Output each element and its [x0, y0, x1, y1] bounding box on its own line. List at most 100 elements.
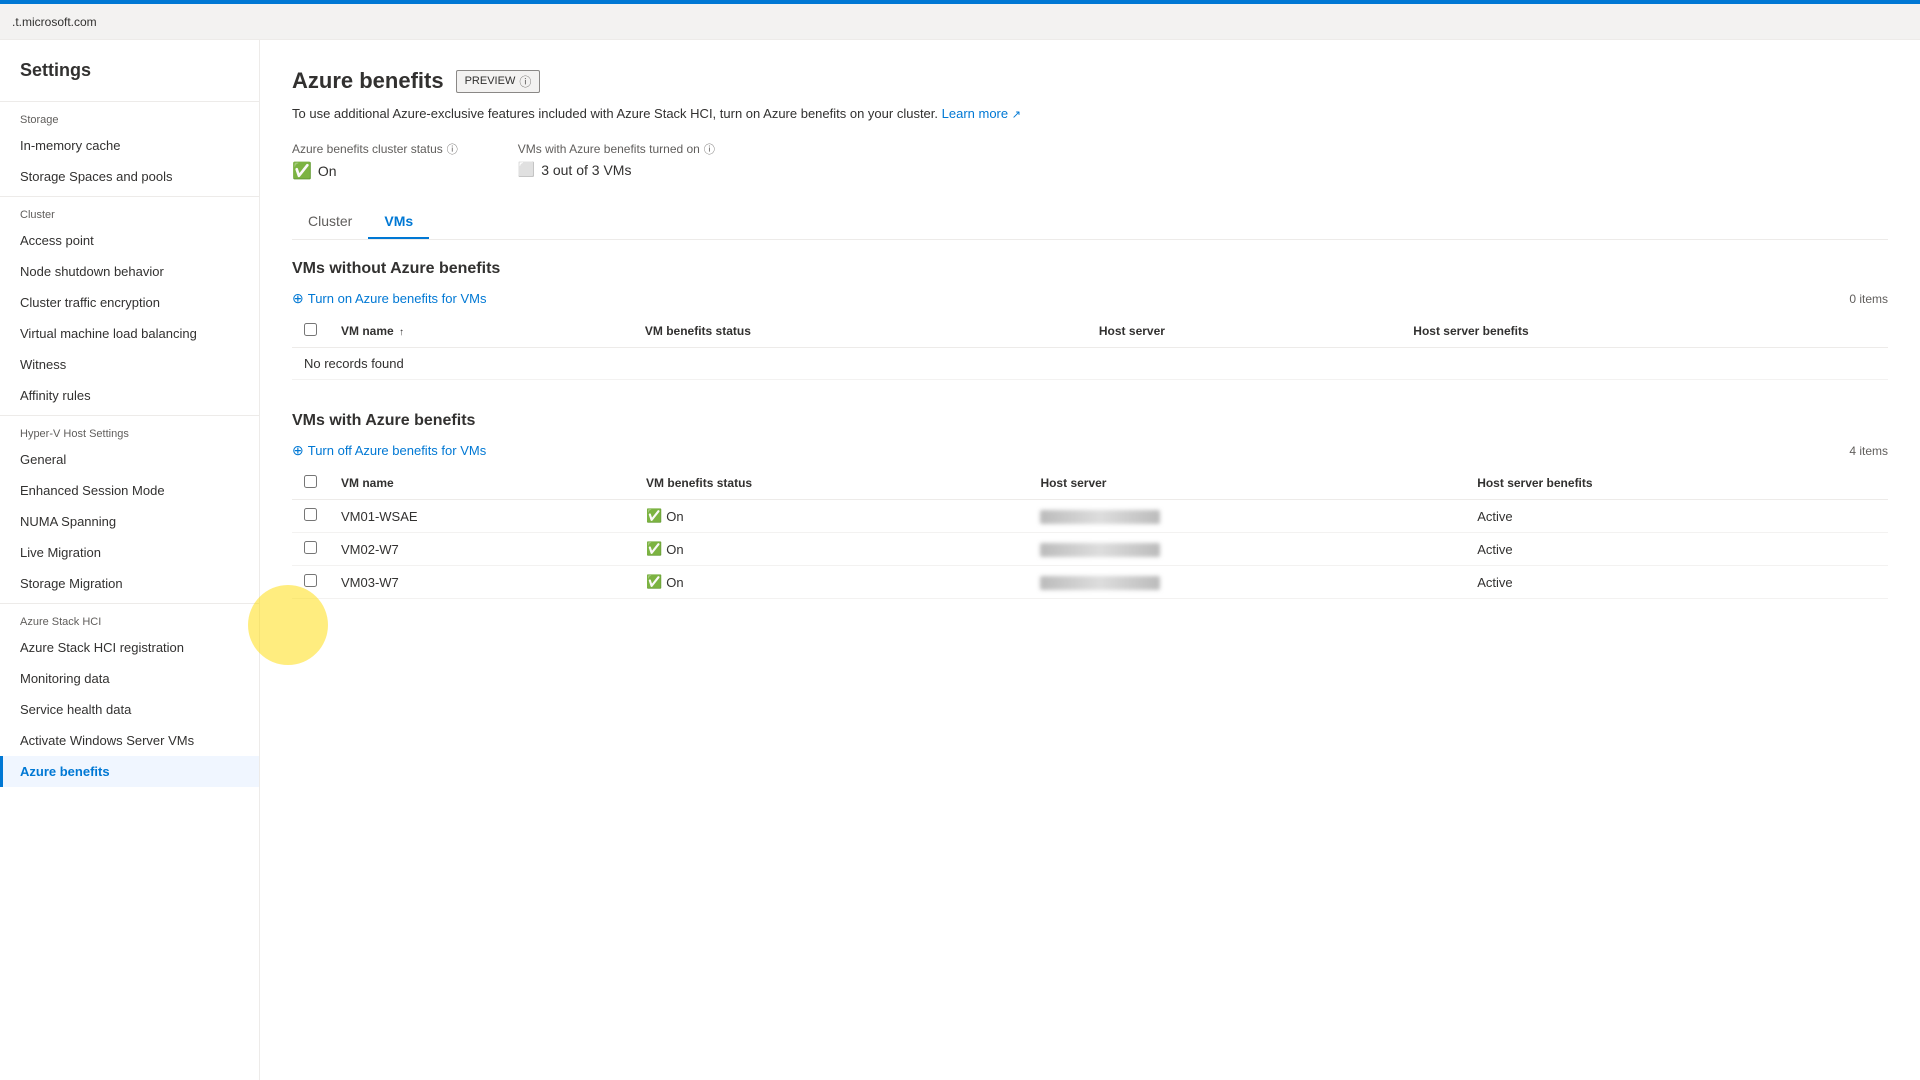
tab-cluster[interactable]: Cluster — [292, 205, 368, 239]
row3-status-text: On — [666, 575, 683, 590]
url-bar: .t.microsoft.com — [0, 4, 1920, 40]
vms-without-count: 0 items — [1849, 292, 1888, 306]
sidebar-title: Settings — [0, 40, 259, 97]
col-vm-name-without: VM name ↑ — [329, 315, 633, 348]
preview-label: PREVIEW — [465, 75, 516, 87]
sidebar-item-live-migration[interactable]: Live Migration — [0, 537, 259, 568]
page-header: Azure benefits PREVIEW ⓘ — [292, 68, 1888, 94]
external-link-icon: ↗ — [1012, 109, 1021, 121]
description: To use additional Azure-exclusive featur… — [292, 106, 1888, 121]
vms-with-select-all[interactable] — [304, 475, 317, 488]
no-records-row: No records found — [292, 348, 1888, 380]
row2-host-benefits: Active — [1465, 533, 1888, 566]
vms-without-select-all[interactable] — [304, 323, 317, 336]
row3-vm-status: ✅ On — [634, 566, 1028, 599]
no-records-text: No records found — [292, 348, 1888, 380]
row3-host-blur — [1040, 576, 1160, 590]
row2-checkbox-cell — [292, 533, 329, 566]
sidebar-item-activate-windows[interactable]: Activate Windows Server VMs — [0, 725, 259, 756]
sidebar: Settings Storage In-memory cache Storage… — [0, 40, 260, 1080]
vms-with-action-bar: ⊕ Turn off Azure benefits for VMs 4 item… — [292, 442, 1888, 459]
row3-checkbox-cell — [292, 566, 329, 599]
status-row: Azure benefits cluster status ⓘ ✅ On VMs… — [292, 141, 1888, 181]
turn-on-benefits-button[interactable]: ⊕ Turn on Azure benefits for VMs — [292, 290, 486, 307]
vms-status-value: ⬜ 3 out of 3 VMs — [518, 161, 715, 178]
tabs: Cluster VMs — [292, 205, 1888, 240]
sidebar-item-general[interactable]: General — [0, 444, 259, 475]
vms-with-title: VMs with Azure benefits — [292, 412, 1888, 430]
sidebar-item-service-health[interactable]: Service health data — [0, 694, 259, 725]
vms-status-info-icon: ⓘ — [704, 141, 715, 157]
sidebar-item-azure-stack-reg[interactable]: Azure Stack HCI registration — [0, 632, 259, 663]
cluster-status-label-text: Azure benefits cluster status — [292, 142, 443, 156]
col-host-server-without: Host server — [1087, 315, 1401, 348]
check-circle-icon: ✅ — [292, 161, 312, 181]
vm-icon: ⬜ — [518, 161, 535, 178]
row2-host-server — [1028, 533, 1465, 566]
row1-checkbox[interactable] — [304, 508, 317, 521]
row1-host-server — [1028, 500, 1465, 533]
table-row: VM01-WSAE ✅ On Active — [292, 500, 1888, 533]
sidebar-item-monitoring-data[interactable]: Monitoring data — [0, 663, 259, 694]
row2-checkbox[interactable] — [304, 541, 317, 554]
col-vm-benefits-with: VM benefits status — [634, 467, 1028, 500]
row2-vm-status: ✅ On — [634, 533, 1028, 566]
col-host-benefits-without: Host server benefits — [1401, 315, 1888, 348]
sidebar-item-witness[interactable]: Witness — [0, 349, 259, 380]
row1-host-blur — [1040, 510, 1160, 524]
vms-without-checkbox-header — [292, 315, 329, 348]
sidebar-section-azure-stack: Azure Stack HCI — [0, 603, 259, 632]
sidebar-item-numa-spanning[interactable]: NUMA Spanning — [0, 506, 259, 537]
sidebar-section-hyperv: Hyper-V Host Settings — [0, 415, 259, 444]
col-vm-benefits-without: VM benefits status — [633, 315, 1087, 348]
row1-vm-name: VM01-WSAE — [329, 500, 634, 533]
row1-host-benefits: Active — [1465, 500, 1888, 533]
url-text: .t.microsoft.com — [12, 15, 97, 29]
main-content: Azure benefits PREVIEW ⓘ To use addition… — [260, 40, 1920, 1080]
tab-vms[interactable]: VMs — [368, 205, 429, 239]
preview-badge: PREVIEW ⓘ — [456, 70, 541, 93]
sidebar-item-affinity-rules[interactable]: Affinity rules — [0, 380, 259, 411]
remove-circle-icon: ⊕ — [292, 442, 304, 459]
sidebar-item-enhanced-session[interactable]: Enhanced Session Mode — [0, 475, 259, 506]
row3-status-icon: ✅ — [646, 574, 662, 590]
sidebar-item-access-point[interactable]: Access point — [0, 225, 259, 256]
vms-with-count: 4 items — [1849, 444, 1888, 458]
preview-info-icon: ⓘ — [519, 73, 531, 90]
sidebar-item-azure-benefits[interactable]: Azure benefits — [0, 756, 259, 787]
description-text: To use additional Azure-exclusive featur… — [292, 106, 938, 121]
sidebar-section-storage: Storage — [0, 101, 259, 130]
row3-checkbox[interactable] — [304, 574, 317, 587]
sidebar-item-cluster-traffic[interactable]: Cluster traffic encryption — [0, 287, 259, 318]
vms-without-header-row: VM name ↑ VM benefits status Host server… — [292, 315, 1888, 348]
sidebar-section-cluster: Cluster — [0, 196, 259, 225]
table-row: VM02-W7 ✅ On Active — [292, 533, 1888, 566]
vms-with-header-row: VM name VM benefits status Host server H… — [292, 467, 1888, 500]
learn-more-link[interactable]: Learn more — [942, 106, 1008, 121]
vms-status-text: 3 out of 3 VMs — [541, 162, 631, 178]
vms-without-section: VMs without Azure benefits ⊕ Turn on Azu… — [292, 260, 1888, 380]
sidebar-item-node-shutdown[interactable]: Node shutdown behavior — [0, 256, 259, 287]
sidebar-item-in-memory-cache[interactable]: In-memory cache — [0, 130, 259, 161]
row1-vm-status: ✅ On — [634, 500, 1028, 533]
cluster-status-label: Azure benefits cluster status ⓘ — [292, 141, 458, 157]
row2-host-blur — [1040, 543, 1160, 557]
cluster-status-block: Azure benefits cluster status ⓘ ✅ On — [292, 141, 458, 181]
sidebar-item-storage-migration[interactable]: Storage Migration — [0, 568, 259, 599]
row3-host-server — [1028, 566, 1465, 599]
vms-with-section: VMs with Azure benefits ⊕ Turn off Azure… — [292, 412, 1888, 599]
turn-off-label: Turn off Azure benefits for VMs — [308, 443, 486, 458]
vms-status-block: VMs with Azure benefits turned on ⓘ ⬜ 3 … — [518, 141, 715, 181]
turn-on-label: Turn on Azure benefits for VMs — [308, 291, 487, 306]
vms-with-checkbox-header — [292, 467, 329, 500]
vms-without-action-bar: ⊕ Turn on Azure benefits for VMs 0 items — [292, 290, 1888, 307]
vms-with-table: VM name VM benefits status Host server H… — [292, 467, 1888, 599]
cluster-status-value: ✅ On — [292, 161, 458, 181]
cluster-status-text: On — [318, 163, 337, 179]
row2-status-text: On — [666, 542, 683, 557]
sidebar-item-vm-load-balancing[interactable]: Virtual machine load balancing — [0, 318, 259, 349]
col-host-benefits-with: Host server benefits — [1465, 467, 1888, 500]
turn-off-benefits-button[interactable]: ⊕ Turn off Azure benefits for VMs — [292, 442, 486, 459]
row3-host-benefits: Active — [1465, 566, 1888, 599]
sidebar-item-storage-spaces[interactable]: Storage Spaces and pools — [0, 161, 259, 192]
